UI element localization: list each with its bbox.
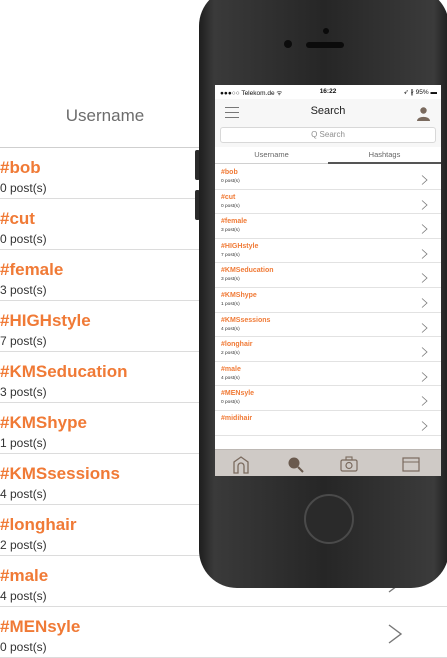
post-count: 7 post(s) (221, 252, 240, 258)
chevron-right-icon (421, 172, 428, 185)
hashtag-label: #KMSeducation (221, 267, 274, 275)
status-bar: ●●●○○ Telekom.de ᯤ 16:22 ➶ ∦ 95% ▬ (215, 85, 441, 99)
hashtag-list-item[interactable]: #longhair 2 post(s) (215, 337, 441, 362)
hashtag-label: #KMShype (221, 291, 257, 299)
chevron-right-icon (421, 369, 428, 382)
hashtag-list-item[interactable]: #HIGHstyle 7 post(s) (215, 239, 441, 264)
hashtag-list-item[interactable]: #female 3 post(s) (215, 214, 441, 239)
post-count: 4 post(s) (0, 487, 47, 501)
chevron-right-icon (421, 246, 428, 259)
post-count: 3 post(s) (221, 228, 240, 234)
hashtag-label: #KMSeducation (0, 362, 128, 381)
tab-hashtags[interactable]: Hashtags (328, 150, 441, 159)
hashtag-label: #HIGHstyle (0, 311, 91, 330)
hashtag-list: #bob 0 post(s) #cut 0 post(s) #female 3 post(… (215, 165, 441, 436)
user-icon[interactable] (416, 106, 431, 121)
post-count: 3 post(s) (0, 283, 47, 297)
hashtag-list-item[interactable]: #MENsyle 0 post(s) (215, 386, 441, 411)
camera-icon[interactable] (339, 454, 359, 474)
post-count: 0 post(s) (221, 400, 240, 406)
hashtag-label: #female (0, 260, 64, 279)
post-count: 3 post(s) (0, 385, 47, 399)
phone-earpiece (306, 42, 344, 48)
post-count: 3 post(s) (221, 277, 240, 283)
chevron-right-icon (421, 221, 428, 234)
chevron-right-icon (421, 270, 428, 284)
post-count: 0 post(s) (221, 179, 240, 184)
chevron-right-icon (421, 393, 428, 407)
hashtag-label: #midihair (221, 414, 253, 422)
bottom-toolbar (215, 449, 441, 476)
page-title: Search (310, 105, 346, 117)
hashtag-list-item[interactable]: #male 4 post(s) (215, 362, 441, 387)
battery-indicator: ➶ ∦ 95% ▬ (403, 89, 437, 96)
hashtag-list-item[interactable]: #bob 0 post(s) (215, 165, 441, 190)
search-icon[interactable] (285, 454, 305, 474)
hashtag-label: #longhair (0, 515, 77, 534)
active-tab-indicator (328, 162, 441, 164)
phone-front-camera (284, 40, 292, 48)
hashtag-label: #MENsyle (0, 617, 81, 636)
hashtag-label: #cut (221, 193, 236, 201)
hashtag-label: #cut (0, 209, 35, 228)
post-count: 1 post(s) (221, 301, 240, 307)
hashtag-list-item[interactable]: #KMShype 1 post(s) (215, 288, 441, 313)
post-count: 0 post(s) (221, 203, 240, 209)
background-column-header: Username (65, 106, 145, 125)
nav-bar: Search (215, 99, 441, 125)
post-count: 1 post(s) (0, 436, 47, 450)
hashtag-label: #KMSsessions (0, 464, 120, 483)
hashtag-list-item[interactable]: #cut 0 post(s) (215, 190, 441, 215)
chevron-right-icon (421, 418, 428, 431)
hashtag-label: #male (221, 365, 241, 373)
hashtag-label: #longhair (221, 341, 253, 349)
app-screen: ●●●○○ Telekom.de ᯤ 16:22 ➶ ∦ 95% ▬ Searc… (215, 85, 441, 476)
post-count: 0 post(s) (0, 181, 47, 195)
hashtag-label: #HIGHstyle (221, 242, 259, 250)
hashtag-label: #male (0, 566, 49, 585)
post-count: 2 post(s) (0, 538, 47, 552)
tab-divider (215, 163, 328, 164)
post-count: 2 post(s) (221, 351, 240, 357)
chevron-right-icon (421, 344, 428, 357)
tab-username[interactable]: Username (215, 150, 328, 159)
search-bar: Q Search (215, 125, 441, 147)
post-count: 0 post(s) (0, 232, 47, 246)
hashtag-label: #KMShype (0, 413, 87, 432)
phone-sensor (323, 28, 329, 34)
phone-home-button[interactable] (304, 494, 354, 544)
chevron-right-icon (421, 197, 428, 210)
chevron-right-icon (421, 320, 428, 333)
search-input[interactable]: Q Search (220, 127, 436, 143)
hashtag-label: #KMSsessions (221, 316, 271, 324)
inbox-icon[interactable] (401, 454, 421, 474)
background-list-item: #MENsyle 0 post(s) (0, 607, 447, 658)
hashtag-list-item[interactable]: #midihair (215, 411, 441, 436)
hashtag-list-item[interactable]: #KMSeducation 3 post(s) (215, 263, 441, 288)
hashtag-label: #MENsyle (221, 390, 255, 398)
chevron-right-icon (386, 623, 404, 645)
hashtag-label: #bob (221, 169, 238, 176)
hashtag-label: #bob (0, 158, 41, 177)
post-count: 4 post(s) (0, 589, 47, 603)
hashtag-list-item[interactable]: #KMSsessions 4 post(s) (215, 313, 441, 338)
chevron-right-icon (421, 295, 428, 308)
post-count: 4 post(s) (221, 326, 240, 332)
hashtag-label: #female (221, 218, 248, 226)
post-count: 7 post(s) (0, 334, 47, 348)
home-icon[interactable] (231, 454, 251, 474)
post-count: 0 post(s) (0, 640, 47, 654)
post-count: 4 post(s) (221, 375, 240, 381)
